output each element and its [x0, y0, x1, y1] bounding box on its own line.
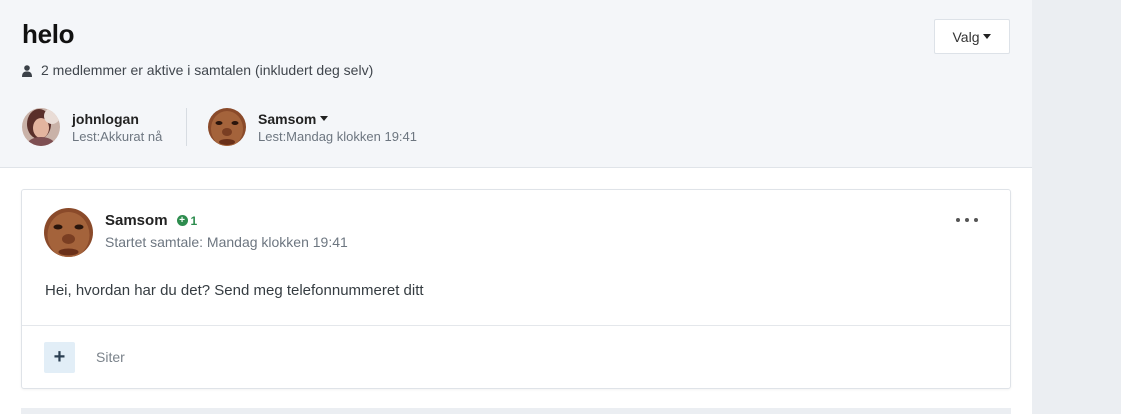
participant-johnlogan[interactable]: johnlogan Lest:Akkurat nå	[22, 108, 162, 146]
options-label: Valg	[952, 28, 980, 45]
main-content: helo 2 medlemmer er aktive i samtalen (i…	[0, 0, 1032, 414]
plus-circle-icon: +	[176, 215, 188, 226]
quote-label[interactable]: Siter	[96, 349, 125, 365]
message-post: Samsom + 1 Startet samtale: Mandag klokk…	[21, 189, 1011, 389]
caret-down-icon	[983, 34, 992, 39]
reputation-count: 1	[190, 213, 198, 228]
plus-icon: +	[53, 346, 66, 368]
reputation-badge: + 1	[176, 213, 198, 228]
avatar[interactable]	[208, 108, 246, 146]
dot-icon	[956, 218, 960, 222]
dot-icon	[965, 218, 969, 222]
quote-button[interactable]: +	[44, 342, 75, 373]
user-icon	[22, 64, 32, 77]
members-info: 2 medlemmer er aktive i samtalen (inklud…	[22, 62, 373, 78]
divider	[22, 325, 1010, 326]
participant-name[interactable]: johnlogan	[72, 111, 162, 127]
post-started: Startet samtale: Mandag klokken 19:41	[105, 234, 348, 250]
divider	[186, 108, 187, 146]
message-body: Hei, hvordan har du det? Send meg telefo…	[45, 282, 424, 299]
avatar[interactable]	[22, 108, 60, 146]
participant-name-dropdown[interactable]: Samsom	[258, 111, 417, 127]
more-options-button[interactable]	[956, 212, 978, 228]
conversation-header: helo 2 medlemmer er aktive i samtalen (i…	[0, 0, 1032, 168]
participant-status: Lest:Akkurat nå	[72, 128, 163, 144]
author-avatar[interactable]	[44, 208, 93, 257]
right-sidebar	[1032, 0, 1121, 414]
dot-icon	[974, 218, 978, 222]
participant-samsom[interactable]: Samsom Lest:Mandag klokken 19:41	[208, 108, 417, 146]
page-title: helo	[22, 19, 75, 49]
members-text: 2 medlemmer er aktive i samtalen (inklud…	[41, 62, 374, 78]
next-section-edge	[21, 408, 1011, 414]
participant-status: Lest:Mandag klokken 19:41	[258, 128, 417, 144]
caret-down-icon	[320, 116, 329, 121]
author-line: Samsom + 1	[105, 212, 197, 229]
author-name[interactable]: Samsom	[105, 212, 168, 229]
participant-name[interactable]: Samsom	[258, 111, 316, 127]
options-button[interactable]: Valg	[934, 19, 1010, 54]
